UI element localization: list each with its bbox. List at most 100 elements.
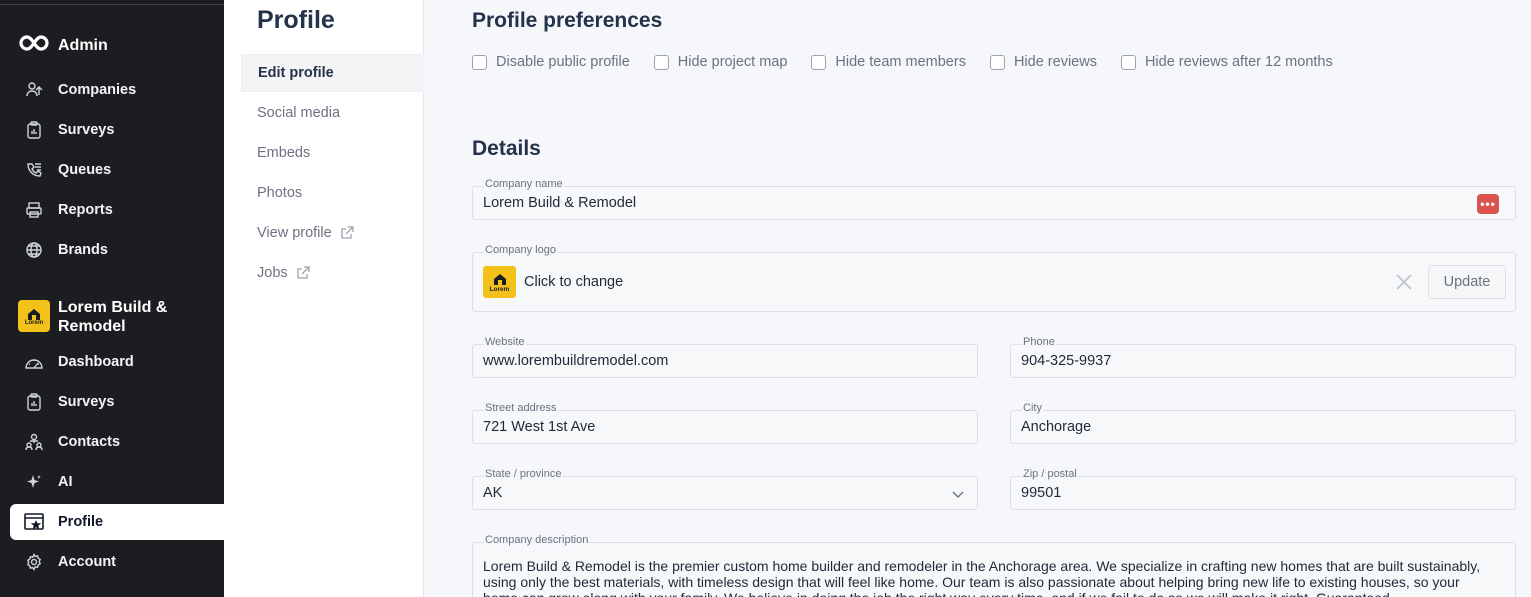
field-label: Phone <box>1022 336 1056 348</box>
page-title: Profile <box>257 6 335 34</box>
sidebar-item-label: Brands <box>58 242 108 258</box>
company-switcher[interactable]: Lorem Lorem Build & Remodel <box>18 298 188 336</box>
company-name: Lorem Build & Remodel <box>58 299 168 335</box>
field-label: City <box>1022 402 1043 414</box>
city-input[interactable]: Anchorage <box>1021 419 1091 435</box>
pref-label: Hide team members <box>835 54 966 70</box>
company-name-input[interactable]: Lorem Build & Remodel <box>483 195 636 211</box>
website-field[interactable]: Website www.lorembuildremodel.com <box>472 336 978 378</box>
company-description-field[interactable]: Company description Lorem Build & Remode… <box>472 534 1516 597</box>
field-label: Zip / postal <box>1022 468 1078 480</box>
subnav-label: Social media <box>257 105 341 121</box>
admin-brand[interactable]: Admin <box>18 34 108 57</box>
sidebar-divider <box>0 4 224 5</box>
sidebar-item-label: Contacts <box>58 434 121 450</box>
subnav-edit-profile[interactable]: Edit profile <box>241 54 424 92</box>
company-logo-thumbnail[interactable]: Lorem <box>483 266 516 298</box>
zip-input[interactable]: 99501 <box>1021 485 1061 501</box>
sidebar-item-surveys-company[interactable]: Surveys <box>10 384 224 420</box>
city-field[interactable]: City Anchorage <box>1010 402 1516 444</box>
brand-label: Admin <box>58 36 108 54</box>
state-select[interactable]: State / province AK <box>472 468 978 510</box>
street-address-field[interactable]: Street address 721 West 1st Ave <box>472 402 978 444</box>
subnav-label: Embeds <box>257 145 311 161</box>
subnav-label: Jobs <box>257 265 288 281</box>
field-label: Street address <box>484 402 558 414</box>
change-logo-link[interactable]: Click to change <box>524 274 623 290</box>
close-icon[interactable] <box>1394 272 1414 292</box>
pref-hide-reviews-12-months[interactable]: Hide reviews after 12 months <box>1120 54 1333 70</box>
company-name-field[interactable]: Company name Lorem Build & Remodel ••• <box>472 178 1516 220</box>
subnav-embeds[interactable]: Embeds <box>241 134 424 172</box>
pref-hide-team-members[interactable]: Hide team members <box>811 54 966 70</box>
clipboard-icon <box>24 120 44 140</box>
infinity-logo-icon <box>18 34 50 57</box>
sidebar-item-label: Reports <box>58 202 113 218</box>
house-icon <box>28 308 40 320</box>
checkbox[interactable] <box>653 54 669 70</box>
subnav-view-profile[interactable]: View profile <box>241 214 424 252</box>
sidebar-item-reports[interactable]: Reports <box>10 192 224 228</box>
field-label: State / province <box>484 468 563 480</box>
pref-hide-project-map[interactable]: Hide project map <box>653 54 787 70</box>
checkbox[interactable] <box>811 54 827 70</box>
sparkle-icon <box>24 472 44 492</box>
update-logo-button[interactable]: Update <box>1428 265 1506 299</box>
gauge-icon <box>24 352 44 372</box>
street-address-input[interactable]: 721 West 1st Ave <box>483 419 595 435</box>
sidebar-item-label: Surveys <box>58 394 115 410</box>
subnav-label: Photos <box>257 185 303 201</box>
sidebar-item-brands[interactable]: Brands <box>10 232 224 268</box>
subnav-label: Edit profile <box>258 65 334 81</box>
sidebar-item-profile[interactable]: Profile <box>10 504 224 540</box>
sidebar-item-ai[interactable]: AI <box>10 464 224 500</box>
chevron-down-icon <box>951 487 965 506</box>
company-description-textarea[interactable]: Lorem Build & Remodel is the premier cus… <box>483 558 1495 597</box>
sidebar-item-companies[interactable]: Companies <box>10 72 224 108</box>
sidebar-item-label: Queues <box>58 162 112 178</box>
field-label: Company name <box>484 178 564 190</box>
subnav-social-media[interactable]: Social media <box>241 94 424 132</box>
sidebar-item-surveys[interactable]: Surveys <box>10 112 224 148</box>
pref-hide-reviews[interactable]: Hide reviews <box>989 54 1097 70</box>
companies-icon <box>24 80 44 100</box>
sidebar-item-label: AI <box>58 474 73 490</box>
phone-field[interactable]: Phone 904-325-9937 <box>1010 336 1516 378</box>
queue-icon <box>24 160 44 180</box>
phone-input[interactable]: 904-325-9937 <box>1021 353 1111 369</box>
subnav-photos[interactable]: Photos <box>241 174 424 212</box>
details-heading: Details <box>472 137 541 160</box>
company-logo-field: Company logo Lorem Click to change Updat… <box>472 244 1516 312</box>
gear-icon <box>24 552 44 572</box>
house-icon <box>493 273 506 285</box>
field-label: Company logo <box>484 244 557 256</box>
password-manager-icon[interactable]: ••• <box>1477 194 1499 214</box>
checkbox[interactable] <box>989 54 1005 70</box>
sidebar-item-label: Dashboard <box>58 354 134 370</box>
preferences-options: Disable public profile Hide project map … <box>472 54 1333 70</box>
subnav-jobs[interactable]: Jobs <box>241 254 424 292</box>
globe-icon <box>24 240 44 260</box>
pref-disable-public-profile[interactable]: Disable public profile <box>472 54 630 70</box>
sidebar-item-label: Account <box>58 554 116 570</box>
field-label: Website <box>484 336 526 348</box>
subnav-label: View profile <box>257 225 332 241</box>
sidebar-item-account[interactable]: Account <box>10 544 224 580</box>
website-input[interactable]: www.lorembuildremodel.com <box>483 353 668 369</box>
zip-field[interactable]: Zip / postal 99501 <box>1010 468 1516 510</box>
sidebar-item-label: Surveys <box>58 122 115 138</box>
sidebar-item-dashboard[interactable]: Dashboard <box>10 344 224 380</box>
profile-subnav: Profile Edit profile Social media Embeds… <box>224 0 424 597</box>
clipboard-icon <box>24 392 44 412</box>
sidebar-item-contacts[interactable]: Contacts <box>10 424 224 460</box>
state-value[interactable]: AK <box>483 485 502 501</box>
contacts-icon <box>24 432 44 452</box>
sidebar: Admin Companies Surveys Queues Reports B… <box>0 0 224 597</box>
external-link-icon <box>296 266 310 280</box>
sidebar-item-queues[interactable]: Queues <box>10 152 224 188</box>
company-logo: Lorem <box>18 300 50 332</box>
printer-icon <box>24 200 44 220</box>
checkbox[interactable] <box>472 54 487 70</box>
checkbox[interactable] <box>1120 54 1136 70</box>
sidebar-item-label: Profile <box>58 514 104 530</box>
